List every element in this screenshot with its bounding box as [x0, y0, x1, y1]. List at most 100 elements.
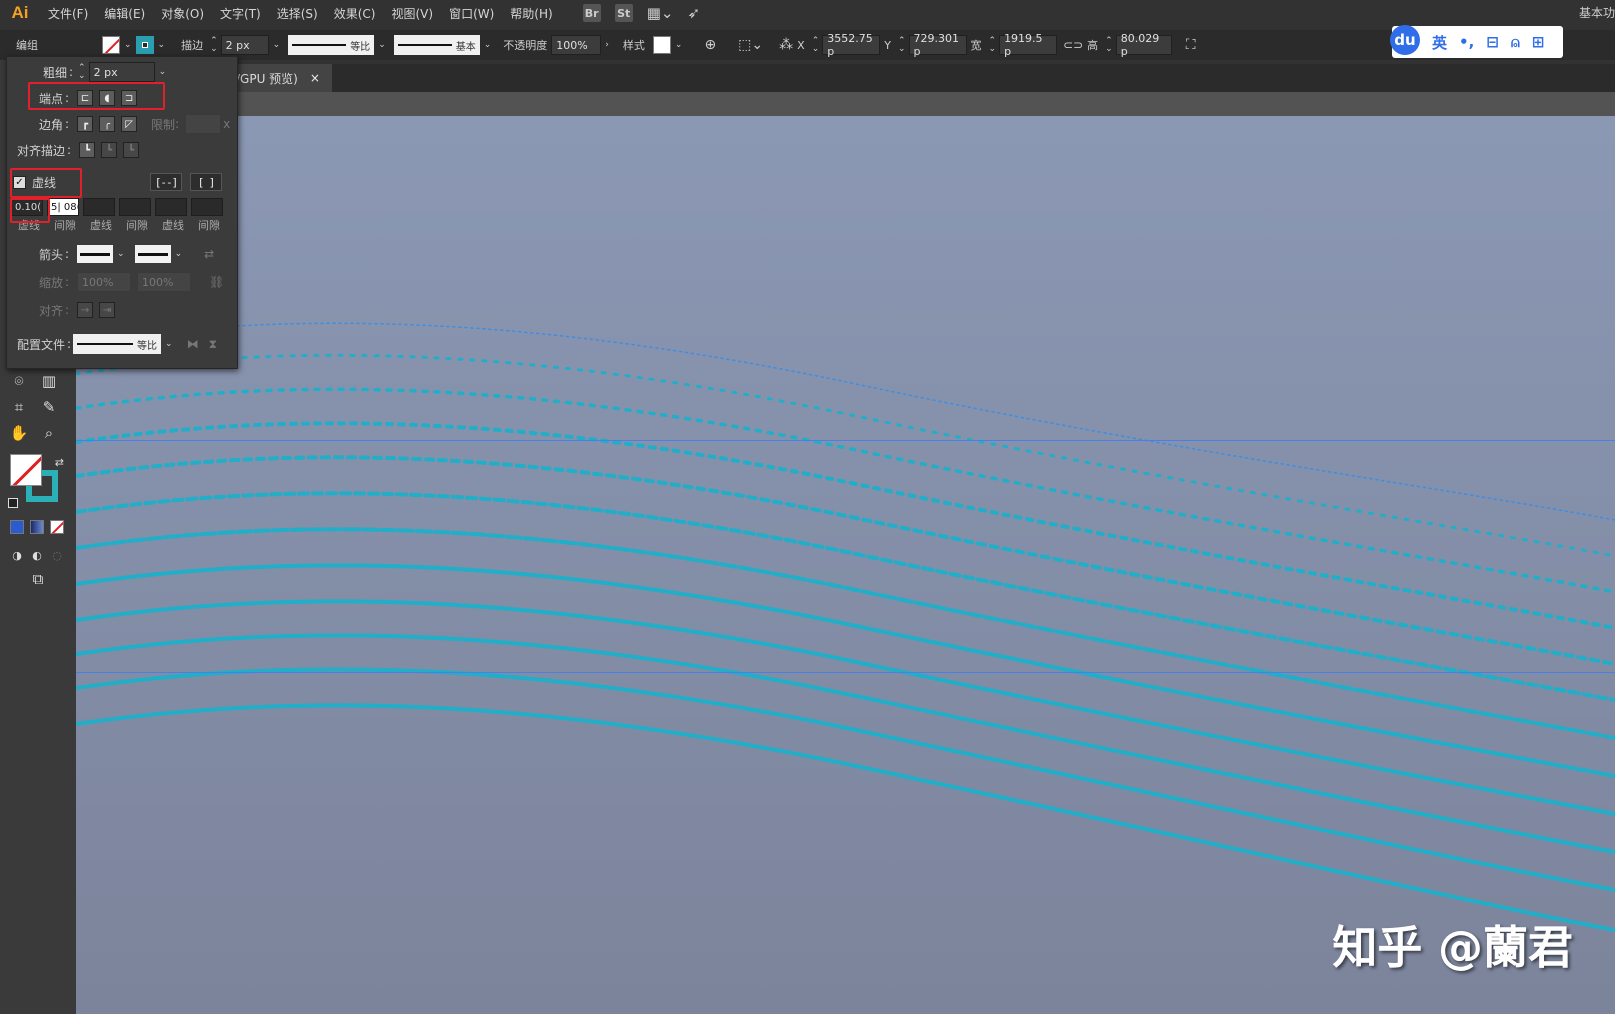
wave-line[interactable] [76, 353, 1615, 558]
zoom-icon[interactable]: ⌕ [38, 424, 60, 442]
fill-none-swatch[interactable] [10, 454, 42, 486]
artboard-icon[interactable]: ⌗ [8, 398, 30, 416]
stepper-icon[interactable]: ⌃ ⌄ [1105, 37, 1113, 54]
dash-2-input[interactable] [83, 198, 115, 216]
document-tab[interactable]: /GPU 预览) × [236, 64, 332, 92]
wave-line[interactable] [76, 387, 1615, 594]
chevron-down-icon[interactable]: ⌄ [165, 339, 173, 349]
start-scale-input[interactable]: 100% [77, 272, 132, 292]
align-dash-corners-icon[interactable]: [ ] [190, 173, 222, 191]
draw-behind-icon[interactable]: ◐ [30, 546, 44, 564]
menu-window[interactable]: 窗口(W) [441, 5, 502, 22]
menu-effect[interactable]: 效果(C) [326, 5, 384, 22]
swap-icon[interactable]: ⇄ [55, 456, 64, 469]
bridge-icon[interactable]: Br [582, 4, 601, 22]
wave-line[interactable] [76, 703, 1615, 932]
miter-limit-input[interactable] [185, 114, 222, 134]
recolor-icon[interactable]: ⊕ [704, 37, 716, 53]
gap-3-input[interactable] [191, 198, 223, 216]
wave-line[interactable] [76, 599, 1615, 816]
stroke-label[interactable]: 描边 [181, 37, 203, 53]
align-center-stroke-icon[interactable]: ┗ [79, 142, 96, 158]
user-icon[interactable]: ⍝ [1511, 33, 1520, 51]
stroke-weight-input[interactable]: 2 px [88, 62, 155, 82]
arrow-tip-beyond-icon[interactable]: → [77, 302, 94, 318]
variable-width-profile[interactable]: 等比 [288, 35, 375, 55]
menu-object[interactable]: 对象(O) [153, 5, 212, 22]
gap-2-input[interactable] [119, 198, 151, 216]
round-cap-icon[interactable]: ◖ [99, 90, 116, 106]
arrange-documents-icon[interactable]: ▦⌄ [647, 4, 674, 22]
reference-point-icon[interactable]: ⁂ [779, 37, 793, 53]
preserve-dash-icon[interactable]: [--] [150, 173, 182, 191]
wave-lines-artwork[interactable] [76, 116, 1615, 1014]
stock-icon[interactable]: St [614, 4, 633, 22]
chevron-down-icon[interactable]: ⌄ [124, 40, 132, 50]
wave-line[interactable] [76, 455, 1615, 666]
hand-icon[interactable]: ✋ [8, 424, 30, 442]
wave-line[interactable] [76, 421, 1615, 630]
fill-swatch[interactable] [102, 36, 120, 54]
eyedropper-icon[interactable]: ✎ [38, 398, 60, 416]
chevron-down-icon[interactable]: ⌄ [378, 40, 386, 50]
arrow-tip-at-end-icon[interactable]: ⇥ [99, 302, 116, 318]
chevron-down-icon[interactable]: ⌄ [175, 249, 183, 259]
dash-3-input[interactable] [155, 198, 187, 216]
none-mode-icon[interactable] [50, 520, 64, 534]
stepper-icon[interactable]: ⌃ ⌄ [898, 37, 906, 54]
round-join-icon[interactable]: ╭ [99, 116, 116, 132]
toolbox-icon[interactable]: ⊟ [1486, 33, 1499, 51]
chevron-down-icon[interactable]: ⌄ [675, 40, 683, 50]
projecting-cap-icon[interactable]: ⊐ [121, 90, 138, 106]
symbol-sprayer-icon[interactable]: ⌾ [8, 372, 30, 390]
gap-1-input[interactable]: 5| 08( [47, 198, 79, 216]
chevron-down-icon[interactable]: ⌄ [273, 40, 281, 50]
end-scale-input[interactable]: 100% [137, 272, 192, 292]
y-position-field[interactable]: 729.301 p [908, 32, 967, 58]
opacity-label[interactable]: 不透明度 [503, 37, 547, 53]
artboard-canvas[interactable]: 知乎 @蘭君 [76, 116, 1615, 1014]
menu-help[interactable]: 帮助(H) [502, 5, 560, 22]
link-scale-icon[interactable]: ⛓ [209, 275, 224, 289]
screen-mode-icon[interactable]: ⧉ [27, 570, 49, 588]
align-outside-stroke-icon[interactable]: ┗ [123, 142, 140, 158]
baidu-logo[interactable]: du [1390, 25, 1420, 55]
width-field[interactable]: 1919.5 p [999, 32, 1058, 58]
x-position-field[interactable]: 3552.75 p [822, 32, 881, 58]
default-colors-icon[interactable] [8, 498, 18, 508]
dash-1-input[interactable]: 0.10( [11, 198, 43, 216]
constrain-proportions-icon[interactable]: ⊂⊃ [1063, 38, 1083, 52]
stepper-icon[interactable]: ⌃ ⌄ [812, 37, 820, 54]
close-icon[interactable]: × [310, 71, 320, 85]
flip-along-icon[interactable]: ⧓ [187, 337, 199, 351]
bevel-join-icon[interactable]: ◸ [121, 116, 138, 132]
ime-language-toggle[interactable]: 英 [1432, 32, 1447, 53]
opacity-field[interactable]: 100% [551, 35, 602, 55]
stroke-weight-field[interactable]: 2 px [220, 35, 269, 55]
flip-across-icon[interactable]: ⧗ [209, 337, 217, 352]
end-arrowhead-select[interactable] [134, 245, 171, 263]
draw-inside-icon[interactable]: ◌ [50, 546, 64, 564]
menu-type[interactable]: 文字(T) [212, 5, 269, 22]
ime-punctuation-toggle[interactable]: •, [1459, 33, 1474, 51]
graphic-style-swatch[interactable] [652, 36, 671, 54]
menu-file[interactable]: 文件(F) [40, 5, 96, 22]
chevron-right-icon[interactable]: › [605, 40, 609, 50]
draw-normal-icon[interactable]: ◑ [10, 546, 24, 564]
stepper-icon[interactable]: ⌃ ⌄ [78, 64, 86, 81]
workspace-switcher[interactable]: 基本功 [1579, 4, 1615, 21]
menu-view[interactable]: 视图(V) [383, 5, 441, 22]
dashed-line-checkbox[interactable]: ✓ [13, 175, 26, 189]
chevron-down-icon[interactable]: ⌄ [484, 40, 492, 50]
wave-line[interactable] [76, 667, 1615, 892]
miter-join-icon[interactable]: ┏ [77, 116, 94, 132]
menu-select[interactable]: 选择(S) [269, 5, 326, 22]
gradient-mode-icon[interactable] [30, 520, 44, 534]
stepper-icon[interactable]: ⌃ ⌄ [210, 37, 218, 54]
start-arrowhead-select[interactable] [77, 245, 114, 263]
align-to-selection-icon[interactable]: ⬚⌄ [738, 37, 763, 53]
butt-cap-icon[interactable]: ⊏ [77, 90, 94, 106]
chevron-down-icon[interactable]: ⌄ [117, 249, 125, 259]
stepper-icon[interactable]: ⌃ ⌄ [989, 37, 997, 54]
height-field[interactable]: 80.029 p [1115, 32, 1172, 58]
